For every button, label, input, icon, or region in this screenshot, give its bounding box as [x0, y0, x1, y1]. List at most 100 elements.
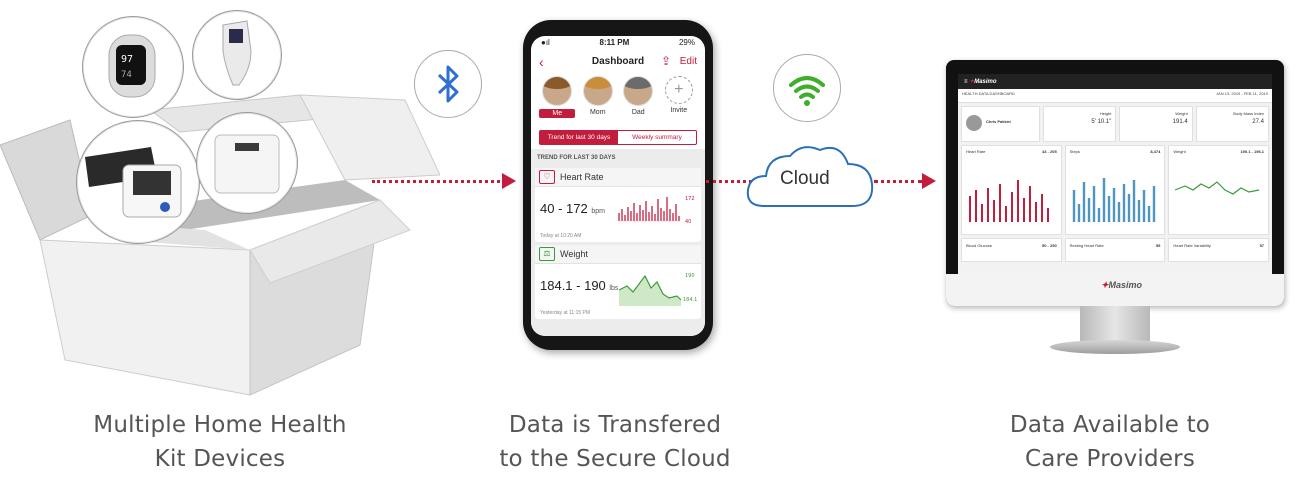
monitor-base	[1050, 340, 1180, 354]
monitor-toolbar: HEALTH DATA DASHBOARD JAN 13, 2019 - FEB…	[958, 89, 1272, 103]
card-header: ⚖ Weight	[535, 245, 701, 264]
weight-scale-icon: ⚖	[539, 247, 555, 261]
patient-tile[interactable]: Chris Patient	[961, 106, 1041, 142]
dashboard-title: HEALTH DATA DASHBOARD	[962, 91, 1015, 96]
panel-label: Steps	[1069, 149, 1080, 154]
trend-tabs: Trend for last 30 days Weekly summary	[539, 130, 697, 145]
panel-label: Resting Heart Rate	[1069, 243, 1104, 248]
monitor-stand	[1080, 306, 1150, 342]
max-label: 172	[685, 196, 695, 202]
blood-pressure-monitor-icon	[85, 147, 182, 218]
signal-icon: ●ıl	[541, 38, 550, 47]
person-me[interactable]: Me	[539, 76, 576, 126]
tab-trend-30-days[interactable]: Trend for last 30 days	[540, 131, 618, 144]
bluetooth-icon	[437, 65, 459, 103]
card-title: Weight	[560, 249, 588, 259]
steps-bars	[1072, 178, 1155, 222]
panel-value: 55	[1155, 243, 1161, 248]
brand-logo: ≡ ✦Masimo	[964, 79, 997, 85]
devices-caption: Multiple Home Health Kit Devices	[93, 412, 347, 472]
steps-panel[interactable]: Steps 8,474	[1064, 145, 1166, 235]
max-label: 190	[685, 273, 695, 279]
person-name: Mom	[589, 109, 606, 116]
charts-row: Heart Rate 43 - 205 Steps 8,474 Weight 1…	[958, 142, 1272, 235]
weight-tile[interactable]: Weight 191.4	[1119, 106, 1193, 142]
person-dad[interactable]: Dad	[620, 76, 656, 126]
panel-value: 190.1 - 196.1	[1240, 149, 1265, 154]
person-name: Invite	[670, 107, 688, 114]
min-label: 40	[685, 219, 691, 225]
status-bar: ●ıl 8:11 PM 29%	[531, 36, 705, 52]
person-mom[interactable]: Mom	[580, 76, 616, 126]
hrv-panel[interactable]: Heart Rate Variability 57	[1168, 238, 1270, 262]
monitor-chin: ✦Masimo	[946, 274, 1284, 306]
pulse-oximeter-icon: 97 74	[108, 34, 156, 98]
weight-panel[interactable]: Weight 190.1 - 196.1	[1168, 145, 1270, 235]
height-tile[interactable]: Height 5' 10.1"	[1043, 106, 1117, 142]
bottom-row: Blood Glucose 50 - 250 Resting Heart Rat…	[958, 235, 1272, 262]
panel-label: Blood Glucose	[966, 243, 993, 248]
tile-value: 5' 10.1"	[1091, 119, 1112, 125]
people-row: Me Mom Dad + Invite	[531, 76, 705, 126]
panel-value: 8,474	[1150, 149, 1161, 154]
wifi-icon	[789, 76, 825, 106]
cloud-label: Cloud	[780, 168, 830, 189]
connector-box-to-phone	[372, 180, 500, 183]
share-icon[interactable]: ⇪	[661, 54, 671, 68]
thermometer-icon	[222, 20, 252, 86]
heart-rate-sparkline: 172 40	[618, 196, 695, 225]
avatar	[582, 76, 613, 106]
weight-scale-circle	[196, 112, 298, 214]
card-body: 40 - 172 bpm 172 40	[535, 187, 701, 233]
person-name: Me	[539, 109, 576, 118]
monitor-screen: ≡ ✦Masimo HEALTH DATA DASHBOARD JAN 13, …	[958, 74, 1272, 274]
panel-value: 57	[1259, 243, 1265, 248]
bmi-tile[interactable]: Body Mass Index 27.4	[1195, 106, 1269, 142]
card-footer: Yesterday at 11:15 PM	[540, 310, 591, 316]
svg-text:74: 74	[121, 70, 132, 80]
bluetooth-circle	[414, 50, 482, 118]
min-label: 184.1	[683, 297, 697, 303]
connector-arrowhead	[922, 173, 936, 189]
panel-label: Heart Rate Variability	[1173, 243, 1211, 248]
card-value: 184.1 - 190 lbs	[540, 278, 619, 293]
weight-line	[1175, 181, 1260, 195]
person-name: Dad	[631, 109, 645, 116]
heart-rate-panel[interactable]: Heart Rate 43 - 205	[961, 145, 1062, 235]
connector-arrowhead	[502, 173, 516, 189]
trend-area: TREND FOR LAST 30 DAYS ♡ Heart Rate 40 -…	[531, 149, 705, 336]
smartphone: ●ıl 8:11 PM 29% ‹ Dashboard ⇪ Edit Me Mo…	[523, 20, 713, 350]
panel-value: 43 - 205	[1041, 149, 1057, 154]
heart-rate-icon: ♡	[539, 170, 555, 184]
tile-value: 191.4	[1172, 119, 1188, 125]
patient-name: Chris Patient	[986, 119, 1011, 124]
blood-glucose-panel[interactable]: Blood Glucose 50 - 250	[961, 238, 1062, 262]
desktop-monitor: ≡ ✦Masimo HEALTH DATA DASHBOARD JAN 13, …	[946, 60, 1284, 306]
edit-button[interactable]: Edit	[680, 56, 697, 67]
resting-heart-rate-panel[interactable]: Resting Heart Rate 55	[1064, 238, 1166, 262]
providers-caption: Data Available to Care Providers	[1009, 412, 1211, 472]
connector-cloud-to-monitor	[874, 180, 922, 183]
avatar	[623, 76, 654, 106]
heart-rate-card[interactable]: ♡ Heart Rate 40 - 172 bpm 172 40 Today a…	[535, 168, 701, 242]
tab-weekly-summary[interactable]: Weekly summary	[618, 131, 696, 144]
card-footer: Today at 10:20 AM	[540, 233, 582, 239]
tile-label: Weight	[1175, 111, 1188, 116]
app-header: ‹ Dashboard ⇪ Edit	[531, 52, 705, 76]
avatar	[966, 115, 982, 131]
phone-caption: Data is Transfered to the Secure Cloud	[499, 412, 731, 472]
status-time: 8:11 PM	[599, 38, 630, 47]
wifi-circle	[773, 54, 841, 122]
date-range[interactable]: JAN 13, 2019 - FEB 11, 2019	[1216, 91, 1268, 100]
heart-rate-bars	[969, 180, 1049, 222]
tile-label: Body Mass Index	[1233, 111, 1264, 116]
card-title: Heart Rate	[560, 172, 604, 182]
card-body: 184.1 - 190 lbs 190 184.1	[535, 264, 701, 310]
weight-card[interactable]: ⚖ Weight 184.1 - 190 lbs 190 184.1 Yeste…	[535, 245, 701, 319]
card-header: ♡ Heart Rate	[535, 168, 701, 187]
weight-sparkline: 190 184.1	[619, 273, 697, 306]
person-invite[interactable]: + Invite	[661, 76, 697, 126]
panel-label: Heart Rate	[966, 149, 986, 154]
monitor-app-bar: ≡ ✦Masimo	[958, 74, 1272, 89]
thermometer-circle	[192, 10, 282, 100]
